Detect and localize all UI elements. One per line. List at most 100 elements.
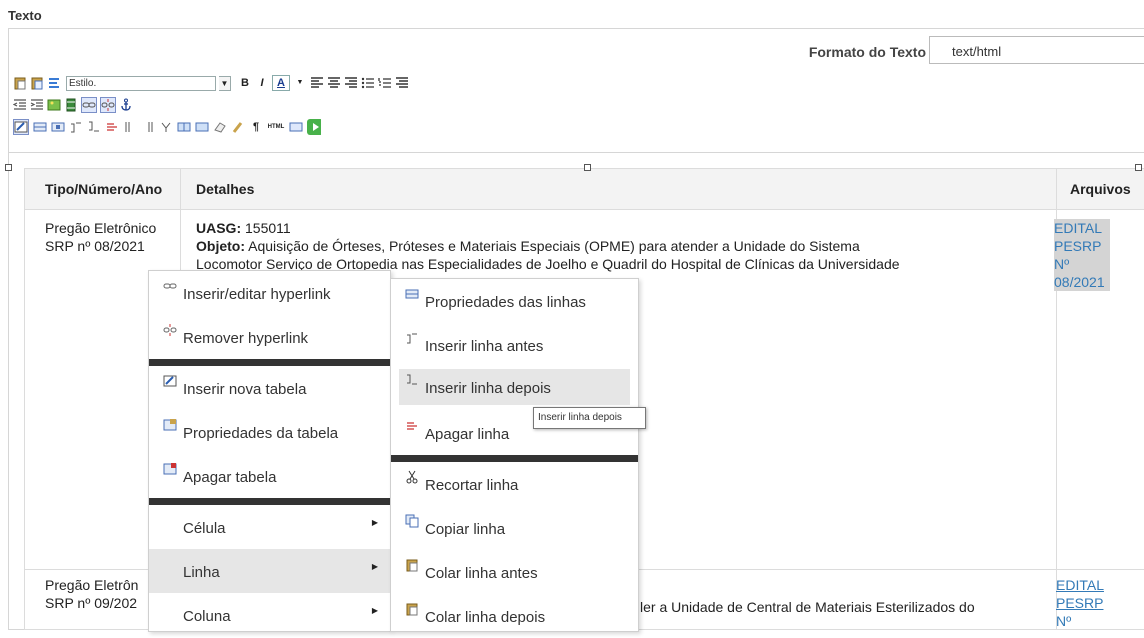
copy-icon [405,514,419,528]
table-properties-icon [163,418,177,432]
format-select[interactable]: text/html [929,36,1144,64]
row2-tipo-line1: Pregão Eletrôn [45,577,139,593]
paste-icon[interactable] [13,76,27,90]
row1-tipo-line1: Pregão Eletrônico [45,220,157,236]
submenu-item-cut-row[interactable]: Recortar linha [391,462,638,506]
table-insert-icon [163,374,177,388]
anchor-icon[interactable] [119,98,133,112]
submenu-item-paste-row-after[interactable]: Colar linha depois [391,594,638,638]
row1-objeto: Objeto: Aquisição de Órteses, Próteses e… [196,237,860,255]
paste-icon [405,602,419,616]
row2-files: EDITAL PESRP Nº [1056,576,1104,630]
cut-icon [405,470,419,484]
uasg-value: 155011 [245,220,291,236]
row-delete-icon[interactable] [105,120,119,134]
submenu-item-insert-row-after[interactable]: Inserir linha depois [399,369,630,405]
file-link[interactable]: Nº [1054,255,1110,273]
chevron-down-icon[interactable]: ▼ [293,76,307,90]
col-insert-before-icon[interactable] [123,120,137,134]
row-insert-after-icon [405,373,419,387]
font-color-button[interactable]: A [272,75,290,91]
row-delete-icon [405,419,419,433]
file-link[interactable]: EDITAL [1054,219,1110,237]
menu-item-cell[interactable]: Célula ▶ [149,505,390,549]
menu-item-row[interactable]: Linha ▶ [149,549,390,593]
align-center-icon[interactable] [327,76,341,90]
header-arquivos: Arquivos [1070,181,1131,197]
row1-tipo-line2: SRP nº 08/2021 [45,238,145,254]
table-insert-icon[interactable] [13,119,29,135]
row1-files: EDITAL PESRP Nº 08/2021 [1054,219,1110,291]
row2-objeto: ler a Unidade de Central de Materiais Es… [640,599,975,615]
row2-tipo-line2: SRP nº 09/202 [45,595,138,611]
style-select[interactable]: Estilo. [66,75,216,91]
italic-button[interactable]: I [255,76,269,90]
menu-item-insert-hyperlink[interactable]: Inserir/editar hyperlink [149,271,390,315]
split-cells-icon[interactable] [177,120,191,134]
link-icon[interactable] [81,97,97,113]
row-properties-icon [405,287,419,301]
bold-button[interactable]: B [238,76,252,90]
row-submenu: Propriedades das linhas Inserir linha an… [390,278,639,632]
row-properties-icon[interactable] [33,120,47,134]
play-icon[interactable] [307,119,321,135]
submenu-item-copy-row[interactable]: Copiar linha [391,506,638,550]
format-label: Formato do Texto [808,44,926,60]
paste-text-icon[interactable] [30,76,44,90]
file-link[interactable]: Nº [1056,612,1104,630]
submenu-item-paste-row-before[interactable]: Colar linha antes [391,550,638,594]
file-link[interactable]: EDITAL [1056,576,1104,594]
preview-icon[interactable] [289,120,303,134]
row-insert-before-icon [405,331,419,345]
file-link[interactable]: PESRP [1054,237,1110,255]
eraser-icon[interactable] [213,120,227,134]
uasg-label: UASG: [196,220,242,236]
outdent-icon[interactable] [13,98,27,112]
table-delete-icon [163,462,177,476]
align-right-icon[interactable] [344,76,358,90]
section-title: Texto [8,8,42,23]
menu-item-insert-table[interactable]: Inserir nova tabela [149,366,390,410]
indent-icon[interactable] [30,98,44,112]
menu-separator [391,455,638,462]
menu-item-remove-hyperlink[interactable]: Remover hyperlink [149,315,390,359]
unlink-icon[interactable] [100,97,116,113]
row-insert-before-icon[interactable] [69,120,83,134]
submenu-item-insert-row-before[interactable]: Inserir linha antes [391,323,638,367]
table-header-row [25,169,1144,210]
menu-item-column[interactable]: Coluna ▶ [149,593,390,637]
toolbar-row-3: ¶ HTML [13,118,321,136]
unlink-icon [163,323,177,337]
chevron-right-icon: ▶ [371,606,378,615]
chevron-down-icon[interactable]: ▼ [219,75,231,91]
file-link[interactable]: 08/2021 [1054,273,1110,291]
media-icon[interactable] [64,98,78,112]
row1-uasg: UASG: 155011 [196,219,291,237]
menu-item-delete-table[interactable]: Apagar tabela [149,454,390,498]
col-delete-icon[interactable] [159,120,173,134]
menu-item-table-properties[interactable]: Propriedades da tabela [149,410,390,454]
numbered-list-icon[interactable] [378,76,392,90]
cell-properties-icon[interactable] [51,120,65,134]
objeto-line1: Aquisição de Órteses, Próteses e Materia… [248,238,860,254]
align-left-icon[interactable] [310,76,324,90]
objeto-label: Objeto: [196,238,245,254]
html-source-button[interactable]: HTML [267,120,285,134]
visual-chars-button[interactable]: ¶ [249,120,263,134]
submenu-item-row-properties[interactable]: Propriedades das linhas [391,279,638,323]
file-link[interactable]: PESRP [1056,594,1104,612]
merge-cells-icon[interactable] [195,120,209,134]
image-icon[interactable] [47,98,61,112]
header-detalhes: Detalhes [196,181,255,197]
resize-handle[interactable] [1135,164,1142,171]
bullet-list-icon[interactable] [361,76,375,90]
row-insert-after-icon[interactable] [87,120,101,134]
justify-icon[interactable] [395,76,409,90]
resize-handle[interactable] [5,164,12,171]
paste-word-icon[interactable] [47,76,61,90]
cleanup-icon[interactable] [231,120,245,134]
col-insert-after-icon[interactable] [141,120,155,134]
menu-separator [149,498,390,505]
chevron-right-icon: ▶ [371,518,378,527]
resize-handle[interactable] [584,164,591,171]
